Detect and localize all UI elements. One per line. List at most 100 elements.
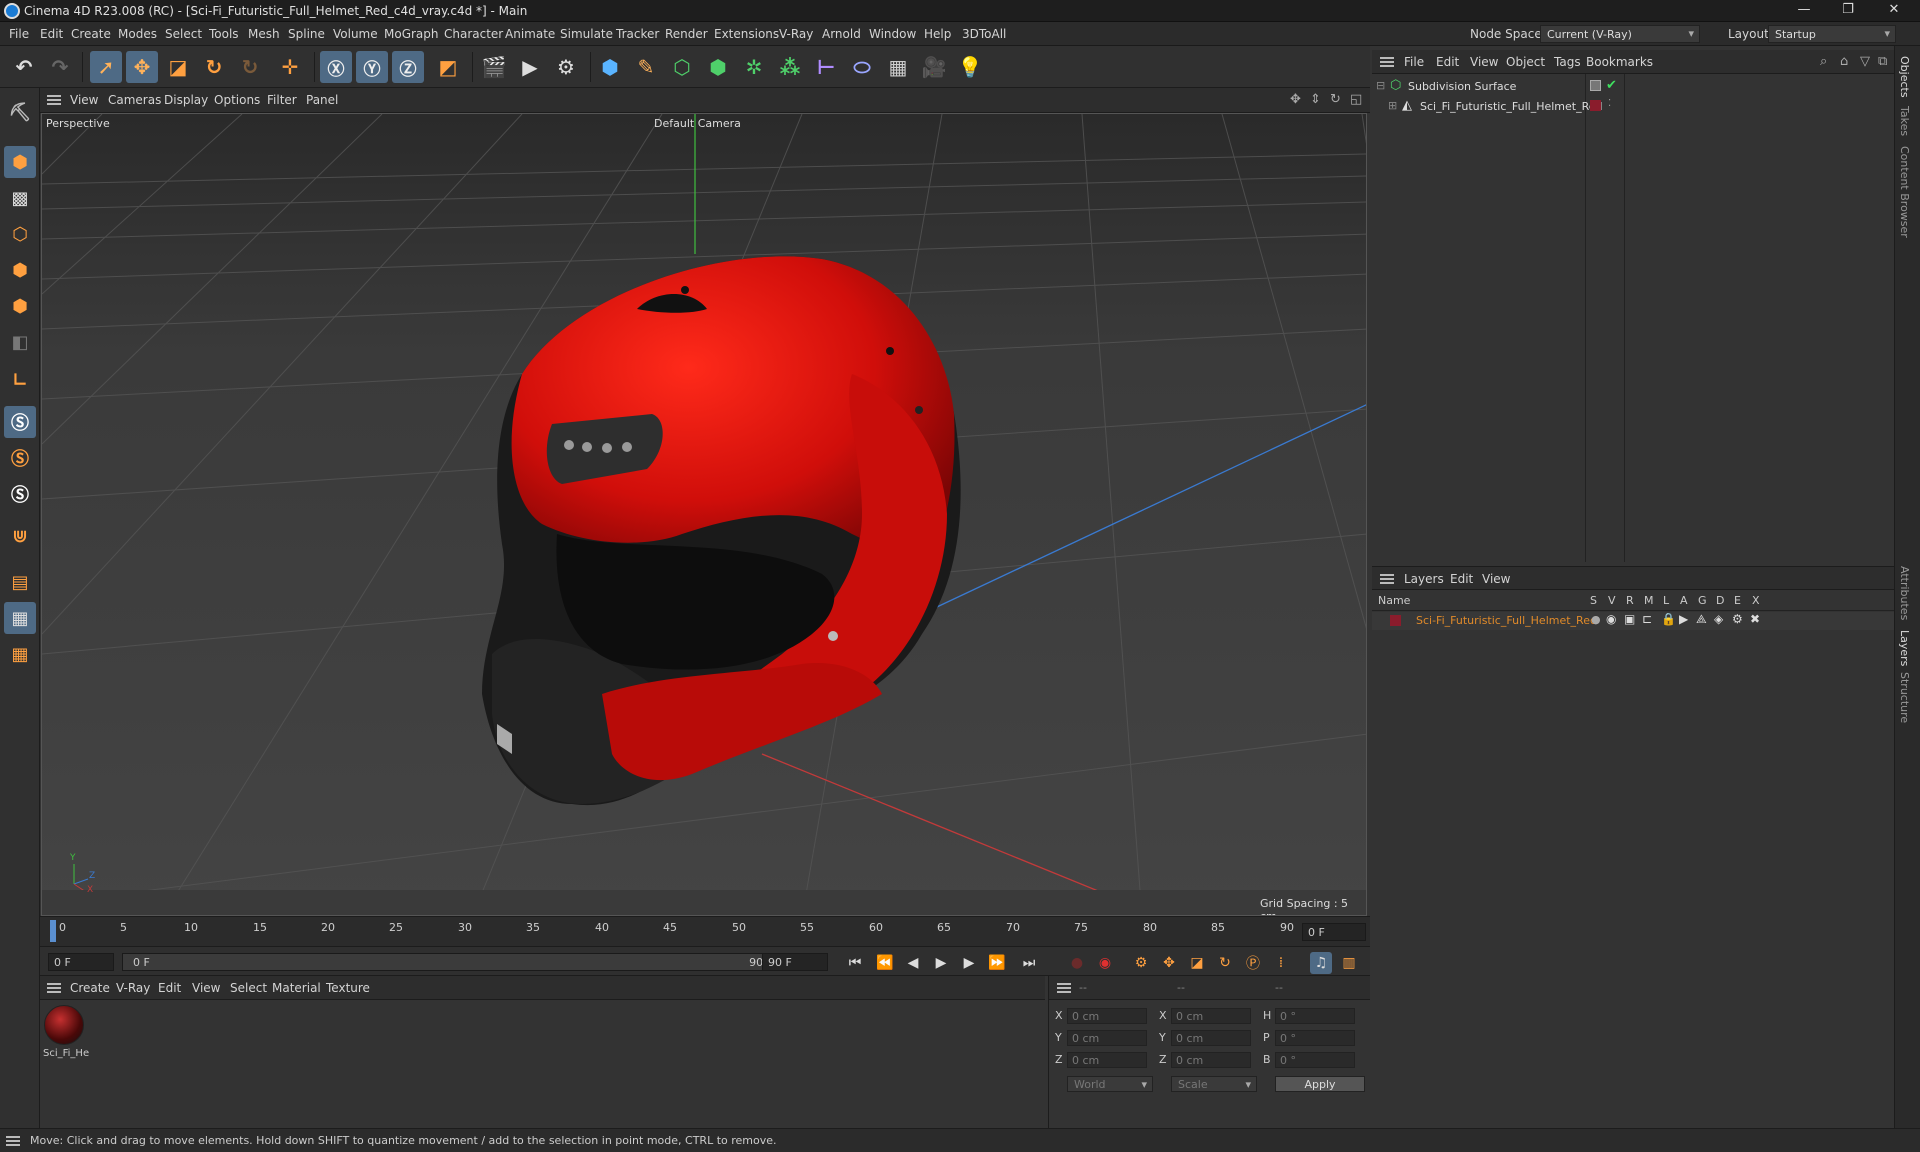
solo-icon[interactable]: ● <box>1591 613 1601 626</box>
render-icon[interactable]: ▣ <box>1624 612 1635 626</box>
position-y-field[interactable]: 0 cm <box>1067 1030 1147 1046</box>
manager-icon[interactable]: ⊏ <box>1642 612 1652 626</box>
menu-tracker[interactable]: Tracker <box>616 27 659 41</box>
animation-icon[interactable]: ▶ <box>1679 612 1688 626</box>
start-frame-field[interactable]: 0 F <box>48 953 114 971</box>
cloner-icon[interactable]: ✲ <box>738 51 770 83</box>
floor-icon[interactable]: ▦ <box>882 51 914 83</box>
tab-objects[interactable]: Objects <box>1898 56 1911 98</box>
snap-settings-icon[interactable]: Ⓢ <box>4 442 36 474</box>
material-label[interactable]: Sci_Fi_He <box>43 1048 89 1059</box>
timeline-ruler[interactable]: 0 5 10 15 20 25 30 35 40 45 50 55 60 65 … <box>40 916 1370 946</box>
position-x-field[interactable]: 0 cm <box>1067 1008 1147 1024</box>
menu-tools[interactable]: Tools <box>209 27 239 41</box>
restore-icon[interactable]: ❐ <box>1834 2 1862 20</box>
field-icon[interactable]: ⬭ <box>846 51 878 83</box>
object-menu-view[interactable]: View <box>1470 55 1498 69</box>
extrude-icon[interactable]: ⬢ <box>702 51 734 83</box>
size-mode-dropdown[interactable]: Scale <box>1171 1076 1257 1092</box>
camera-icon[interactable]: 🎥 <box>918 51 950 83</box>
render-settings-icon[interactable]: ⚙ <box>550 51 582 83</box>
rotation-h-field[interactable]: 0 ° <box>1275 1008 1355 1024</box>
object-menu-icon[interactable] <box>1380 57 1394 67</box>
viewport-menu-panel[interactable]: Panel <box>306 93 338 107</box>
scale-tool-icon[interactable]: ◪ <box>162 51 194 83</box>
object-row-helmet[interactable]: ⊞ ◭ Sci_Fi_Futuristic_Full_Helmet_Red ⁚ <box>1372 98 1894 116</box>
menu-mograph[interactable]: MoGraph <box>384 27 439 41</box>
filter-icon[interactable]: ▽ <box>1860 54 1870 69</box>
expression-icon[interactable]: ⚙ <box>1732 612 1743 626</box>
current-frame-field[interactable]: 0 F <box>1302 923 1366 941</box>
recent-tool-icon[interactable]: ↻ <box>234 51 266 83</box>
range-slider[interactable]: 0 F 90 F <box>122 953 782 971</box>
model-mode-icon[interactable]: ⬢ <box>4 146 36 178</box>
material-menu-vray[interactable]: V-Ray <box>116 981 150 995</box>
menu-modes[interactable]: Modes <box>118 27 157 41</box>
tab-takes[interactable]: Takes <box>1898 106 1911 136</box>
node-space-dropdown[interactable]: Current (V-Ray) <box>1540 25 1700 43</box>
previous-frame-icon[interactable]: ◀ <box>902 952 924 974</box>
point-mode-icon[interactable]: ⬡ <box>4 218 36 250</box>
viewport-rotate-icon[interactable]: ↻ <box>1330 92 1341 107</box>
material-menu-view[interactable]: View <box>192 981 220 995</box>
grid-icon[interactable]: ▦ <box>4 602 36 634</box>
undo-icon[interactable]: ↶ <box>8 51 40 83</box>
x-axis-lock-icon[interactable]: Ⓧ <box>320 51 352 83</box>
object-menu-tags[interactable]: Tags <box>1554 55 1581 69</box>
object-menu-edit[interactable]: Edit <box>1436 55 1459 69</box>
object-menu-file[interactable]: File <box>1404 55 1424 69</box>
material-menu-edit[interactable]: Edit <box>158 981 181 995</box>
menu-animate[interactable]: Animate <box>505 27 555 41</box>
menu-arnold[interactable]: Arnold <box>822 27 861 41</box>
goto-start-icon[interactable]: ⏮ <box>844 952 866 974</box>
subdivision-surface-icon[interactable]: ⬡ <box>666 51 698 83</box>
material-swatch[interactable] <box>44 1005 84 1045</box>
snap-icon[interactable]: Ⓢ <box>4 406 36 438</box>
move-tool-icon[interactable]: ✥ <box>126 51 158 83</box>
size-y-field[interactable]: 0 cm <box>1171 1030 1251 1046</box>
xref-icon[interactable]: ✖ <box>1750 612 1760 626</box>
tab-structure[interactable]: Structure <box>1898 672 1911 723</box>
size-x-field[interactable]: 0 cm <box>1171 1008 1251 1024</box>
visibility-toggle-icon[interactable] <box>1590 80 1601 91</box>
coordinate-mode-dropdown[interactable]: World <box>1067 1076 1153 1092</box>
next-key-icon[interactable]: ⏩ <box>986 952 1008 974</box>
magnet-icon[interactable]: ⋓ <box>4 520 36 552</box>
z-axis-lock-icon[interactable]: Ⓩ <box>392 51 424 83</box>
layer-color-swatch[interactable] <box>1390 615 1401 626</box>
motion-system-icon[interactable]: ♫ <box>1310 952 1332 974</box>
render-view-icon[interactable]: 🎬 <box>478 51 510 83</box>
generator-icon[interactable]: ⟁ <box>1696 612 1707 627</box>
deformer-icon[interactable]: ⊢ <box>810 51 842 83</box>
edge-mode-icon[interactable]: ⬢ <box>4 254 36 286</box>
coordinate-system-icon[interactable]: ◩ <box>432 51 464 83</box>
viewport-menu-cameras[interactable]: Cameras <box>108 93 161 107</box>
next-frame-icon[interactable]: ▶ <box>958 952 980 974</box>
menu-window[interactable]: Window <box>869 27 916 41</box>
object-menu-object[interactable]: Object <box>1506 55 1545 69</box>
layer-row[interactable]: Sci-Fi_Futuristic_Full_Helmet_Red ● ◉ ▣ … <box>1372 612 1894 630</box>
menu-mesh[interactable]: Mesh <box>248 27 280 41</box>
close-icon[interactable]: ✕ <box>1880 2 1908 20</box>
uv-mode-icon[interactable]: ◧ <box>4 326 36 358</box>
search-icon[interactable]: ⌕ <box>1820 54 1827 69</box>
enabled-check-icon[interactable]: ✔ <box>1606 78 1617 93</box>
home-icon[interactable]: ⌂ <box>1840 54 1848 69</box>
goto-end-icon[interactable]: ⏭ <box>1018 952 1040 974</box>
tab-attributes[interactable]: Attributes <box>1898 566 1911 620</box>
expand-icon[interactable]: ⊞ <box>1388 99 1397 112</box>
menu-spline[interactable]: Spline <box>288 27 325 41</box>
cube-object-icon[interactable]: ⬢ <box>594 51 626 83</box>
workplane-icon[interactable]: ▤ <box>4 566 36 598</box>
viewport-menu-filter[interactable]: Filter <box>267 93 297 107</box>
rotation-p-field[interactable]: 0 ° <box>1275 1030 1355 1046</box>
make-editable-icon[interactable]: ⛏ <box>4 96 36 128</box>
mograph-icon[interactable]: ⁂ <box>774 51 806 83</box>
viewport-menu-options[interactable]: Options <box>214 93 260 107</box>
menu-vray[interactable]: V-Ray <box>779 27 813 41</box>
previous-key-icon[interactable]: ⏪ <box>874 952 896 974</box>
point-level-key-icon[interactable]: ⁞ <box>1270 952 1292 974</box>
menu-3dtoall[interactable]: 3DToAll <box>962 27 1006 41</box>
material-menu-texture[interactable]: Texture <box>326 981 370 995</box>
menu-help[interactable]: Help <box>924 27 951 41</box>
